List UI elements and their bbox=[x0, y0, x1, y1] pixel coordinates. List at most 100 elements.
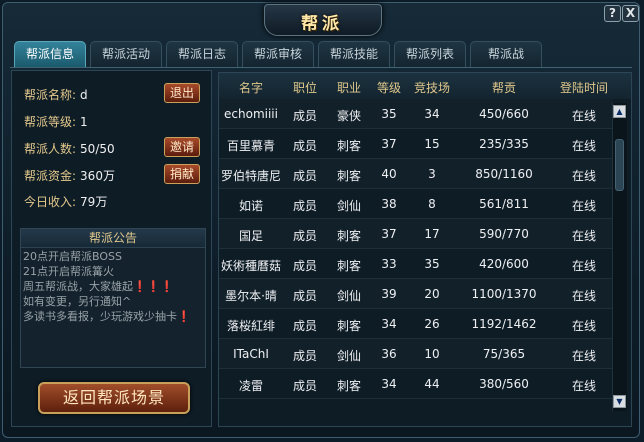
guild-level-value: 1 bbox=[80, 115, 88, 129]
guild-funds-value: 360万 bbox=[80, 169, 115, 183]
notice-title: 帮派公告 bbox=[21, 229, 205, 248]
donate-button[interactable]: 捐献 bbox=[164, 164, 200, 184]
member-name: 凌雷 bbox=[238, 379, 263, 393]
table-row[interactable]: 百里慕青 成员 刺客 37 15 235/335 在线 bbox=[219, 129, 613, 159]
member-class: 刺客 bbox=[336, 169, 361, 183]
member-position: 成员 bbox=[292, 289, 317, 303]
guild-funds-label: 帮派资金: bbox=[24, 169, 77, 183]
guild-members-value: 50/50 bbox=[80, 142, 115, 156]
guild-income-row: 今日收入: 79万 bbox=[24, 193, 107, 210]
tab-guild-war[interactable]: 帮派战 bbox=[470, 41, 542, 67]
member-login-status: 在线 bbox=[571, 289, 596, 303]
member-arena: 26 bbox=[424, 317, 440, 331]
member-level: 36 bbox=[381, 347, 397, 361]
member-login-status: 在线 bbox=[571, 169, 596, 183]
member-arena: 44 bbox=[424, 377, 440, 391]
member-level: 35 bbox=[381, 107, 397, 121]
help-button[interactable]: ? bbox=[604, 5, 621, 22]
header-contribution[interactable]: 帮贡 bbox=[459, 79, 549, 96]
quit-button[interactable]: 退出 bbox=[164, 83, 200, 103]
member-list-scrollbar[interactable]: ▲ ▼ bbox=[612, 103, 627, 411]
member-level: 34 bbox=[381, 377, 397, 391]
member-arena: 34 bbox=[424, 107, 440, 121]
table-row[interactable]: echomiiii 成员 豪侠 35 34 450/660 在线 bbox=[219, 99, 613, 129]
member-contribution: 1100/1370 bbox=[471, 287, 537, 301]
member-level: 33 bbox=[381, 257, 397, 271]
notice-line: 20点开启帮派BOSS bbox=[23, 250, 122, 263]
member-name: echomiiii bbox=[224, 107, 278, 121]
member-contribution: 590/770 bbox=[479, 227, 529, 241]
table-row[interactable]: 国足 成员 刺客 37 17 590/770 在线 bbox=[219, 219, 613, 249]
tab-guild-activity[interactable]: 帮派活动 bbox=[90, 41, 162, 67]
member-arena: 17 bbox=[424, 227, 440, 241]
return-to-guild-scene-button[interactable]: 返回帮派场景 bbox=[38, 382, 190, 414]
member-position: 成员 bbox=[292, 199, 317, 213]
header-level[interactable]: 等级 bbox=[369, 79, 409, 96]
member-contribution: 235/335 bbox=[479, 137, 529, 151]
guild-members-label: 帮派人数: bbox=[24, 142, 77, 156]
member-class: 刺客 bbox=[336, 229, 361, 243]
notice-line: 周五帮派战，大家雄起❗❗❗ bbox=[23, 280, 175, 293]
member-name: 妖術種曆菇 bbox=[220, 259, 281, 273]
member-class: 豪侠 bbox=[336, 109, 361, 123]
member-contribution: 420/600 bbox=[479, 257, 529, 271]
member-arena: 3 bbox=[428, 167, 436, 181]
member-name: 罗伯特唐尼 bbox=[220, 169, 281, 183]
member-list-panel: 名字 职位 职业 等级 竞技场 帮贡 登陆时间 echomiiii 成员 豪侠 35 3… bbox=[218, 72, 632, 427]
guild-name-label: 帮派名称: bbox=[24, 88, 77, 102]
tab-guild-review[interactable]: 帮派审核 bbox=[242, 41, 314, 67]
tab-guild-skills[interactable]: 帮派技能 bbox=[318, 41, 390, 67]
member-contribution: 75/365 bbox=[482, 347, 526, 361]
member-class: 刺客 bbox=[336, 259, 361, 273]
member-position: 成员 bbox=[292, 319, 317, 333]
table-row[interactable]: ITaChI 成员 剑仙 36 10 75/365 在线 bbox=[219, 339, 613, 369]
member-position: 成员 bbox=[292, 379, 317, 393]
notice-line: 如有变更，另行通知^ bbox=[23, 295, 132, 308]
member-contribution: 380/560 bbox=[479, 377, 529, 391]
member-position: 成员 bbox=[292, 229, 317, 243]
member-arena: 10 bbox=[424, 347, 440, 361]
table-row[interactable]: 妖術種曆菇 成员 刺客 33 35 420/600 在线 bbox=[219, 249, 613, 279]
member-login-status: 在线 bbox=[571, 139, 596, 153]
tab-guild-log[interactable]: 帮派日志 bbox=[166, 41, 238, 67]
guild-income-label: 今日收入: bbox=[24, 195, 77, 209]
table-row[interactable]: 凌雷 成员 刺客 34 44 380/560 在线 bbox=[219, 369, 613, 399]
member-position: 成员 bbox=[292, 139, 317, 153]
member-position: 成员 bbox=[292, 109, 317, 123]
tab-guild-info[interactable]: 帮派信息 bbox=[14, 41, 86, 67]
member-login-status: 在线 bbox=[571, 199, 596, 213]
notice-text: 20点开启帮派BOSS 21点开启帮派篝火 周五帮派战，大家雄起❗❗❗ 如有变更… bbox=[21, 248, 205, 324]
notice-line: 多读书多看报，少玩游戏少抽卡❗ bbox=[23, 310, 191, 323]
header-login-time[interactable]: 登陆时间 bbox=[553, 79, 615, 96]
member-class: 剑仙 bbox=[336, 349, 361, 363]
table-row[interactable]: 如诺 成员 剑仙 38 8 561/811 在线 bbox=[219, 189, 613, 219]
member-login-status: 在线 bbox=[571, 109, 596, 123]
member-arena: 35 bbox=[424, 257, 440, 271]
header-class[interactable]: 职业 bbox=[327, 79, 371, 96]
invite-button[interactable]: 邀请 bbox=[164, 137, 200, 157]
notice-line: 21点开启帮派篝火 bbox=[23, 265, 114, 278]
header-arena[interactable]: 竞技场 bbox=[407, 79, 457, 96]
scroll-thumb[interactable] bbox=[615, 139, 624, 191]
member-level: 40 bbox=[381, 167, 397, 181]
header-position[interactable]: 职位 bbox=[283, 79, 327, 96]
member-class: 刺客 bbox=[336, 139, 361, 153]
header-name[interactable]: 名字 bbox=[219, 79, 283, 96]
member-arena: 20 bbox=[424, 287, 440, 301]
member-level: 38 bbox=[381, 197, 397, 211]
member-contribution: 850/1160 bbox=[475, 167, 533, 181]
member-level: 37 bbox=[381, 137, 397, 151]
tab-guild-list[interactable]: 帮派列表 bbox=[394, 41, 466, 67]
guild-funds-row: 帮派资金: 360万 bbox=[24, 167, 115, 184]
guild-level-label: 帮派等级: bbox=[24, 115, 77, 129]
close-button[interactable]: X bbox=[622, 5, 639, 22]
scroll-down-arrow[interactable]: ▼ bbox=[613, 395, 626, 408]
member-class: 刺客 bbox=[336, 319, 361, 333]
table-row[interactable]: 落桜紅绯 成员 刺客 34 26 1192/1462 在线 bbox=[219, 309, 613, 339]
scroll-up-arrow[interactable]: ▲ bbox=[613, 105, 626, 118]
tab-divider bbox=[10, 67, 632, 68]
member-class: 剑仙 bbox=[336, 199, 361, 213]
member-position: 成员 bbox=[292, 169, 317, 183]
table-row[interactable]: 墨尔本·晴 成员 剑仙 39 20 1100/1370 在线 bbox=[219, 279, 613, 309]
table-row[interactable]: 罗伯特唐尼 成员 刺客 40 3 850/1160 在线 bbox=[219, 159, 613, 189]
